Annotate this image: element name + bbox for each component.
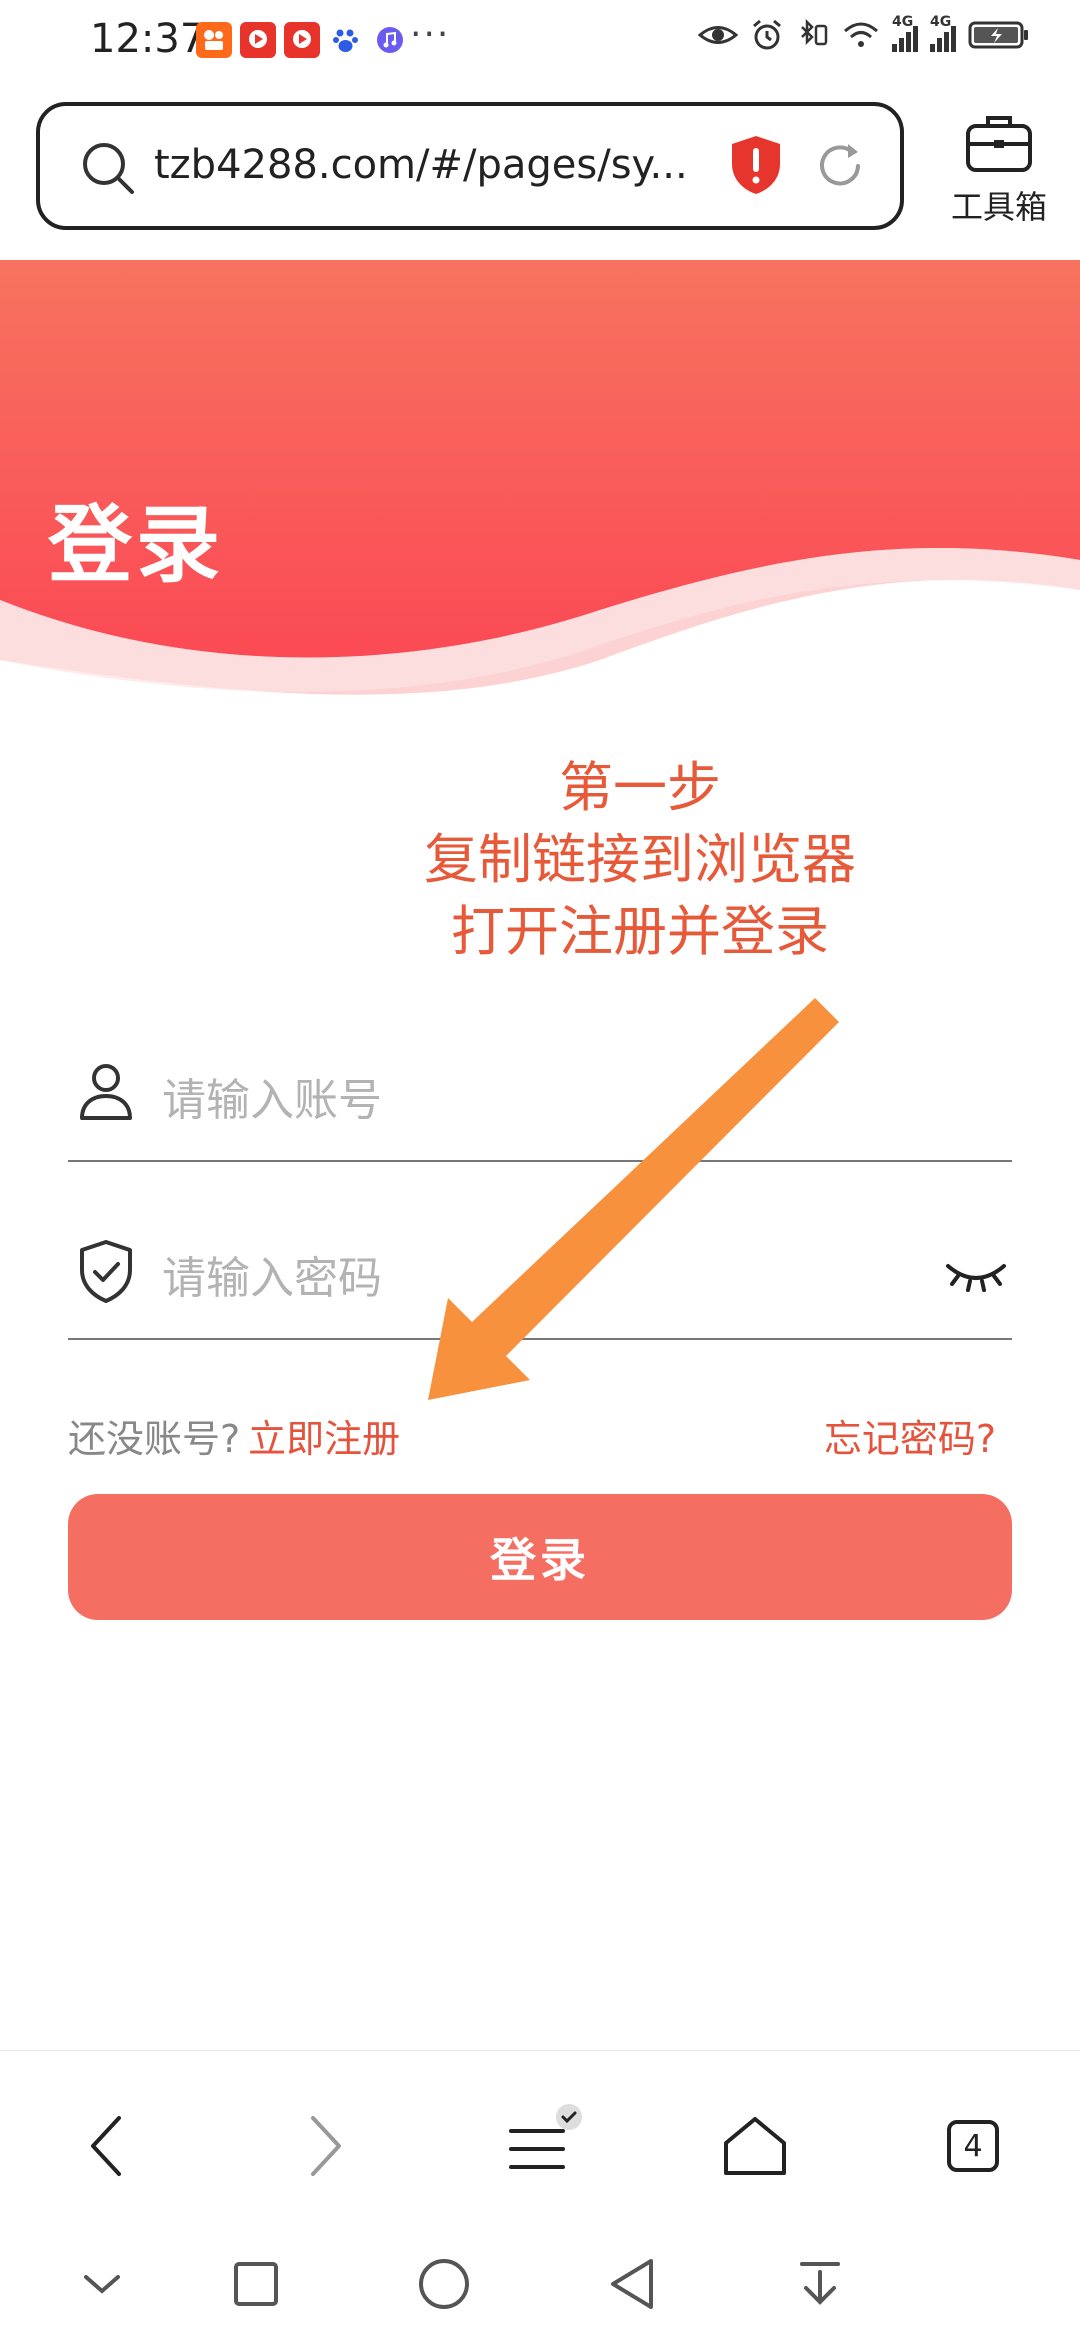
forward-button[interactable] [280,2101,370,2191]
wifi-icon [844,22,878,47]
security-shield-icon[interactable] [730,134,782,196]
no-account-text: 还没账号? [68,1417,241,1461]
eye-closed-icon[interactable] [944,1258,1008,1294]
user-icon [80,1064,132,1120]
status-time: 12:37 [90,16,206,62]
more-notifications-icon: ··· [410,14,451,55]
eye-comfort-icon [698,26,738,44]
signal-icon-2: 4G [930,14,956,52]
reload-icon[interactable] [812,138,868,194]
account-links-row: 还没账号? 立即注册 忘记密码? [68,1408,1012,1464]
triangle-back-icon [611,2259,653,2309]
system-nav-bar [0,2220,1080,2340]
alarm-icon [753,19,781,50]
annotation-line-1: 第一步 [559,756,721,819]
home-nav-button[interactable] [404,2244,484,2324]
menu-button[interactable] [495,2101,585,2191]
account-field[interactable] [68,1040,1012,1162]
password-input[interactable] [160,1232,924,1324]
forward-arrow-icon [311,2116,341,2176]
instruction-annotation: 第一步 复制链接到浏览器 打开注册并登录 [300,752,980,968]
register-link[interactable]: 立即注册 [248,1417,400,1461]
tab-count: 4 [947,2120,999,2172]
video-app-icon [240,22,276,58]
forgot-password-link[interactable]: 忘记密码? [824,1408,996,1463]
notification-pull-button[interactable] [780,2244,860,2324]
square-icon [234,2262,278,2306]
search-icon [83,143,134,194]
page-title: 登录 [48,496,225,594]
music-app-icon [372,22,408,58]
baidu-paw-icon [328,22,364,58]
back-nav-button[interactable] [592,2244,672,2324]
kuaishou-app-icon [196,22,232,58]
home-icon [724,2117,786,2175]
status-indicators: 4G 4G [698,14,1030,52]
shield-check-icon [80,1240,132,1303]
annotation-line-2: 复制链接到浏览器 [424,828,856,891]
account-input[interactable] [160,1054,924,1146]
annotation-line-3: 打开注册并登录 [451,900,829,963]
browser-toolbar: 4 [0,2050,1080,2221]
recent-apps-button[interactable] [216,2244,296,2324]
header-banner: 登录 [0,260,1080,730]
collapse-nav-button[interactable] [62,2244,142,2324]
tabs-button[interactable]: 4 [928,2101,1018,2191]
circle-icon [419,2259,469,2309]
network-label-1: 4G [892,14,914,30]
notification-icons [196,22,408,58]
chevron-down-icon [84,2275,120,2294]
menu-icon [509,2104,582,2169]
toolbox-button[interactable]: 工具箱 [944,110,1054,240]
status-bar: 12:37 ··· 4G 4G [0,0,1080,84]
toolbox-label: 工具箱 [950,188,1047,226]
password-field[interactable] [68,1218,1012,1340]
video-app-icon-2 [284,22,320,58]
address-bar[interactable]: tzb4288.com/#/pages/sy... [36,102,904,230]
home-button[interactable] [710,2101,800,2191]
url-text[interactable]: tzb4288.com/#/pages/sy... [154,142,688,188]
login-button[interactable]: 登录 [68,1494,1012,1620]
toolbox-icon [966,116,1032,172]
bluetooth-vibrate-icon [801,18,828,46]
back-arrow-icon [91,2116,121,2176]
back-button[interactable] [62,2101,152,2191]
battery-charging-icon [968,21,1028,49]
network-label-2: 4G [930,14,952,30]
signal-icon-1: 4G [892,14,918,52]
pull-down-icon [800,2262,840,2305]
